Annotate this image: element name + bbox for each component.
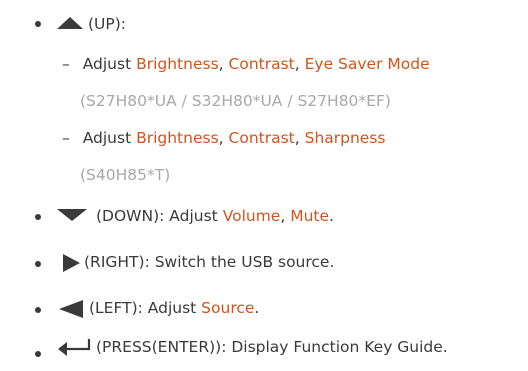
item-up-label: (UP):: [88, 15, 127, 33]
period: .: [329, 207, 334, 225]
separator: ,: [280, 207, 291, 225]
bullet: [35, 307, 41, 313]
setting-brightness: Brightness: [136, 55, 219, 73]
sub-text: Adjust: [82, 129, 137, 147]
item-left: (LEFT): Adjust Source.: [89, 298, 259, 318]
bullet: [35, 351, 41, 357]
setting-volume: Volume: [222, 207, 281, 225]
enter-icon: [58, 339, 91, 356]
item-enter-label: (PRESS(ENTER)): Display Function Key Gui…: [96, 338, 448, 356]
model-list: (S27H80*UA / S32H80*UA / S27H80*EF): [80, 92, 391, 110]
up-arrow-icon: [57, 17, 83, 29]
item-text: (DOWN): Adjust: [96, 207, 223, 225]
separator: ,: [218, 55, 229, 73]
right-arrow-icon: [63, 254, 80, 272]
dash: –: [62, 55, 70, 73]
bullet: [35, 214, 41, 220]
bullet: [35, 261, 41, 267]
sub-item: – Adjust Brightness, Contrast, Eye Saver…: [62, 54, 430, 74]
down-arrow-icon: [57, 209, 87, 221]
bullet: [35, 21, 41, 27]
sub-item: – Adjust Brightness, Contrast, Sharpness: [62, 128, 386, 148]
setting-sharpness: Sharpness: [304, 129, 386, 147]
separator: ,: [294, 129, 305, 147]
item-text: (LEFT): Adjust: [89, 299, 202, 317]
manual-page: { "items": [ {"icon": "up-arrow-icon", "…: [0, 0, 528, 371]
sub-text: Adjust: [82, 55, 137, 73]
setting-eye-saver-mode: Eye Saver Mode: [304, 55, 430, 73]
separator: ,: [218, 129, 229, 147]
setting-brightness: Brightness: [136, 129, 219, 147]
item-right-label: (RIGHT): Switch the USB source.: [84, 253, 335, 271]
setting-contrast: Contrast: [228, 55, 295, 73]
setting-source: Source: [201, 299, 255, 317]
setting-mute: Mute: [290, 207, 330, 225]
left-arrow-icon: [59, 300, 83, 318]
model-list: (S40H85*T): [80, 166, 171, 184]
item-down: (DOWN): Adjust Volume, Mute.: [96, 206, 334, 226]
separator: ,: [294, 55, 305, 73]
dash: –: [62, 129, 70, 147]
setting-contrast: Contrast: [228, 129, 295, 147]
period: .: [254, 299, 260, 317]
